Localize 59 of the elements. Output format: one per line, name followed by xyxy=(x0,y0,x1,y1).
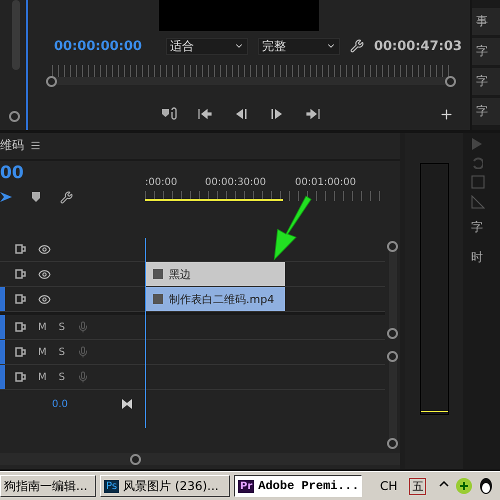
marker-icon[interactable] xyxy=(32,192,40,202)
panel-tab[interactable]: 字 xyxy=(472,38,500,65)
add-button-icon[interactable] xyxy=(439,106,454,122)
panel-tab[interactable]: 事 xyxy=(472,8,500,35)
duration-timecode: 00:00:47:03 xyxy=(374,38,462,54)
app-icon: Pr xyxy=(238,480,254,493)
eye-icon[interactable] xyxy=(38,292,51,306)
settings-icon[interactable] xyxy=(60,190,73,204)
eye-icon[interactable] xyxy=(38,242,51,256)
ruler-label: 00:00:30:00 xyxy=(205,176,268,190)
mute-toggle[interactable]: M xyxy=(38,372,47,383)
track-output-icon[interactable] xyxy=(15,269,26,280)
ruler-label: :00:00 xyxy=(145,176,178,190)
scrollbar[interactable] xyxy=(0,453,400,466)
taskbar-button[interactable]: 狗指南一编辑... xyxy=(0,475,96,498)
track-output-icon[interactable] xyxy=(15,372,26,382)
solo-toggle[interactable]: S xyxy=(58,372,65,383)
scrollbar[interactable] xyxy=(388,241,396,340)
solo-toggle[interactable]: S xyxy=(58,346,65,358)
marker-icon[interactable] xyxy=(161,107,177,121)
track-output-icon[interactable] xyxy=(15,322,26,332)
solo-toggle[interactable]: S xyxy=(58,322,65,333)
panel-tab[interactable]: 字 xyxy=(472,98,500,125)
clip[interactable]: 制作表白二维码.mp4 xyxy=(145,287,285,312)
current-timecode[interactable]: 00:00:00:00 xyxy=(54,38,142,54)
quality-select[interactable]: 完整 xyxy=(258,38,340,54)
settings-icon[interactable] xyxy=(350,39,364,53)
input-method-icon[interactable]: 五 xyxy=(409,478,426,495)
fx-icon xyxy=(153,269,163,280)
go-to-in-icon[interactable] xyxy=(197,108,213,120)
zoom-select[interactable]: 适合 xyxy=(166,38,248,54)
ruler-label: 00:01:00:00 xyxy=(295,176,358,190)
zoom-handle[interactable] xyxy=(46,76,57,86)
master-level[interactable]: 0.0 xyxy=(52,398,122,410)
track-output-icon[interactable] xyxy=(15,294,26,304)
panel-tab[interactable]: 时 xyxy=(471,245,500,270)
mute-toggle[interactable]: M xyxy=(38,322,47,333)
taskbar-button[interactable]: Ps 风景图片 (236)... xyxy=(100,475,230,498)
go-to-out-icon[interactable] xyxy=(305,108,321,120)
track-output-icon[interactable] xyxy=(15,347,26,358)
panel-tab[interactable]: 字 xyxy=(472,68,500,95)
panel-tab[interactable]: 字 xyxy=(471,215,500,240)
app-icon: Ps xyxy=(104,480,120,493)
bowtie-icon[interactable] xyxy=(122,399,132,410)
scrollbar[interactable] xyxy=(388,351,396,450)
taskbar-button[interactable]: Pr Adobe Premi... xyxy=(234,475,362,498)
mute-toggle[interactable]: M xyxy=(38,346,47,358)
clip[interactable]: 黑边 xyxy=(145,262,285,286)
timeline-timecode[interactable]: 00 xyxy=(0,162,145,186)
track-output-icon[interactable] xyxy=(15,244,26,254)
eye-icon[interactable] xyxy=(38,268,51,281)
fx-icon xyxy=(153,294,163,304)
snap-icon[interactable] xyxy=(0,191,12,203)
menu-icon[interactable] xyxy=(30,140,41,152)
scroll-handle[interactable] xyxy=(130,454,141,465)
scroll-handle[interactable] xyxy=(9,111,20,122)
zoom-handle[interactable] xyxy=(445,76,456,86)
language-indicator[interactable]: CH xyxy=(380,479,398,494)
sequence-title[interactable]: 维码 xyxy=(0,137,24,154)
